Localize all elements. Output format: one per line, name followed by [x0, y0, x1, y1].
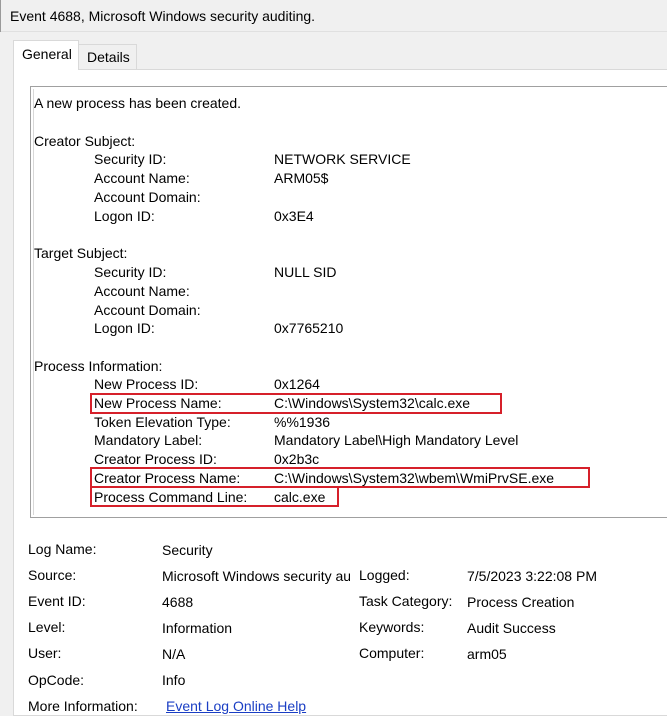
field-value: 0x1264	[274, 376, 320, 392]
field-label: Account Name:	[94, 170, 190, 186]
process-information-heading: Process Information:	[34, 358, 163, 374]
tab-general[interactable]: General	[13, 40, 79, 70]
event-id-label: Event ID:	[28, 593, 86, 609]
field-label: Security ID:	[94, 264, 167, 280]
task-category-value: Process Creation	[467, 594, 575, 610]
field-value: %%1936	[274, 414, 331, 430]
field-value: 0x2b3c	[274, 451, 320, 467]
event-id-value: 4688	[162, 594, 194, 610]
tab-details-label: Details	[87, 49, 130, 65]
field-label: Account Domain:	[94, 302, 201, 318]
log-name-value: Security	[162, 542, 213, 558]
tab-general-label: General	[22, 46, 72, 62]
computer-label: Computer:	[359, 645, 425, 661]
new-process-name-highlight	[90, 393, 502, 414]
creator-subject-heading: Creator Subject:	[34, 133, 136, 149]
field-label: Security ID:	[94, 151, 167, 167]
window-left-edge	[0, 0, 1, 32]
description-box-shadow	[33, 89, 34, 515]
user-label: User:	[28, 645, 62, 661]
field-label: Account Name:	[94, 283, 190, 299]
field-label: Mandatory Label:	[94, 432, 203, 448]
field-label: Creator Process ID:	[94, 451, 217, 467]
field-label: New Process ID:	[94, 376, 199, 392]
field-value: 0x3E4	[274, 208, 314, 224]
window-title-bar: Event 4688, Microsoft Windows security a…	[0, 0, 667, 32]
keywords-label: Keywords:	[359, 619, 425, 635]
computer-value: arm05	[467, 646, 507, 662]
target-subject-heading: Target Subject:	[34, 245, 128, 261]
source-label: Source:	[28, 567, 77, 583]
more-information-label: More Information:	[28, 698, 138, 714]
event-log-online-help-link[interactable]: Event Log Online Help	[166, 697, 306, 715]
field-value: ARM05$	[274, 170, 329, 186]
keywords-value: Audit Success	[467, 620, 556, 636]
field-value: 0x7765210	[274, 320, 344, 336]
field-label: Logon ID:	[94, 320, 155, 336]
log-name-label: Log Name:	[28, 541, 97, 557]
tab-details[interactable]: Details	[79, 44, 137, 70]
field-label: Logon ID:	[94, 208, 155, 224]
process-command-line-highlight	[90, 486, 339, 507]
creator-process-name-highlight	[90, 467, 590, 488]
window-title: Event 4688, Microsoft Windows security a…	[10, 8, 316, 24]
level-label: Level:	[28, 619, 66, 635]
field-value: NETWORK SERVICE	[274, 151, 411, 167]
opcode-value: Info	[162, 672, 186, 688]
field-label: Token Elevation Type:	[94, 414, 231, 430]
source-value: Microsoft Windows security auditing.	[162, 568, 350, 584]
logged-label: Logged:	[359, 567, 410, 583]
level-value: Information	[162, 620, 233, 636]
user-value: N/A	[162, 646, 186, 662]
logged-value: 7/5/2023 3:22:08 PM	[467, 568, 597, 584]
field-value: Mandatory Label\High Mandatory Level	[274, 432, 519, 448]
field-label: Account Domain:	[94, 189, 201, 205]
field-value: NULL SID	[274, 264, 337, 280]
opcode-label: OpCode:	[28, 672, 85, 688]
task-category-label: Task Category:	[359, 593, 453, 609]
description-intro: A new process has been created.	[34, 95, 242, 111]
